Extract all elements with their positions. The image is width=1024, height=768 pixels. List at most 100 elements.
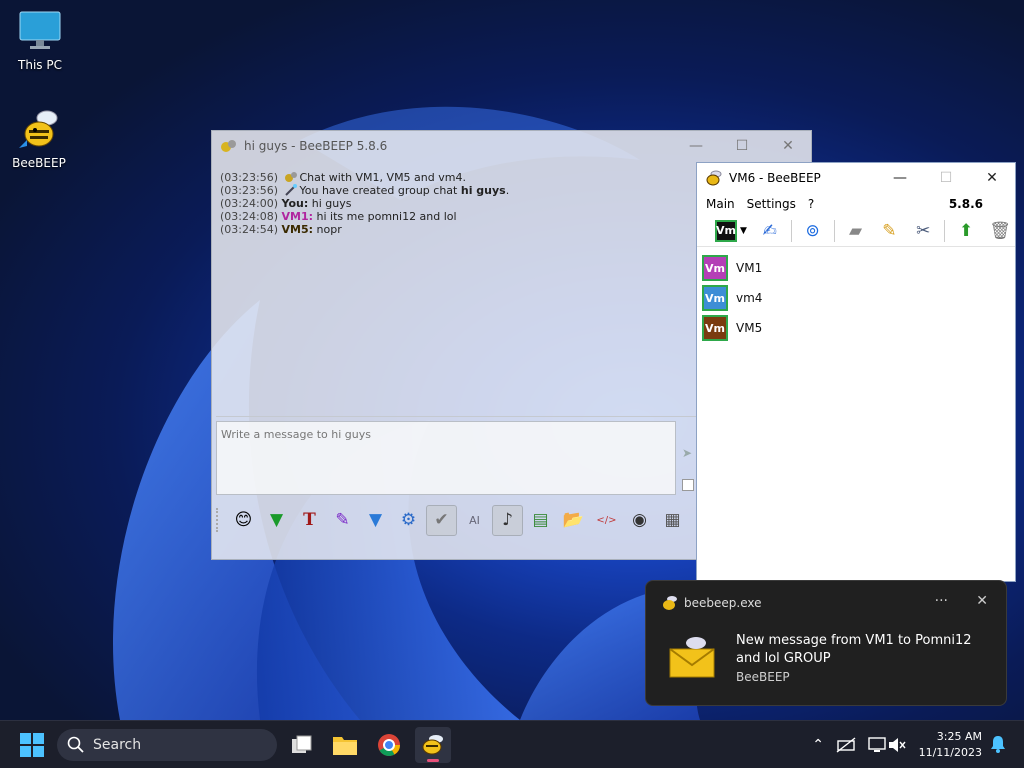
chat-message: (03:24:00) You: hi guys (220, 197, 352, 210)
user-avatar: Vm (702, 315, 728, 341)
chat-log[interactable]: (03:23:56) Chat with VM1, VM5 and vm4. (… (216, 167, 700, 415)
edit-profile-button[interactable]: ✍ (755, 217, 785, 245)
minimize-button[interactable]: — (877, 163, 923, 193)
close-button[interactable]: ✕ (969, 163, 1015, 193)
ai-button[interactable]: AI (459, 505, 490, 536)
chevron-down-icon: ▼ (739, 225, 747, 236)
emoticon-button[interactable]: 😊 (228, 505, 259, 536)
status-button[interactable]: Vm ▼ (711, 217, 751, 245)
minimize-button[interactable]: — (673, 131, 719, 161)
user-avatar: Vm (702, 255, 728, 281)
dropdown-button[interactable]: ▼ (261, 505, 292, 536)
clock[interactable]: 3:25 AM 11/11/2023 (919, 729, 982, 761)
desktop-icon-beebeep[interactable]: BeeBEEP (1, 108, 77, 170)
user-row[interactable]: Vm VM1 (702, 253, 1010, 283)
chat-message: (03:24:08) VM1: hi its me pomni12 and lo… (220, 210, 457, 223)
task-view-button[interactable] (284, 727, 320, 763)
update-button[interactable]: ⬆ (951, 217, 981, 245)
toolbar-separator (790, 219, 792, 242)
spell-check-button[interactable]: ✔ (426, 504, 457, 536)
contact-titlebar[interactable]: VM6 - BeeBEEP — ☐ ✕ (697, 163, 1015, 193)
taskbar-search[interactable]: Search (57, 729, 277, 761)
windows-start-icon[interactable] (20, 733, 44, 757)
menu-settings[interactable]: Settings (747, 197, 796, 211)
bee-icon (17, 108, 61, 152)
file-explorer-button[interactable] (327, 727, 363, 763)
desktop-icon-this-pc[interactable]: This PC (2, 10, 78, 72)
folder-icon: ▰ (848, 220, 863, 241)
splitter[interactable] (216, 416, 700, 420)
muted-speaker-icon (889, 738, 906, 752)
font-icon: T (303, 510, 316, 530)
menu-main[interactable]: Main (706, 197, 735, 211)
color-button[interactable]: ✎ (327, 505, 358, 536)
group-button[interactable]: ▰ (841, 217, 871, 245)
user-name: VM1 (736, 261, 763, 275)
gear-icon: ⚙ (400, 510, 417, 530)
save-chat-button[interactable]: ▤ (525, 505, 556, 536)
bottom-panel-button[interactable]: ▦ (657, 505, 688, 536)
trash-button[interactable]: 🗑 (985, 217, 1015, 245)
task-view-icon (292, 735, 312, 753)
trash-icon: 🗑 (989, 220, 1011, 241)
upload-arrow-icon: ⬆ (959, 220, 974, 241)
version-label: 5.8.6 (948, 197, 983, 211)
network-button[interactable]: ⊚ (798, 217, 828, 245)
chat-titlebar[interactable]: hi guys - BeeBEEP 5.8.6 — ☐ ✕ (212, 131, 811, 161)
user-list: Vm VM1 Vm vm4 Vm VM5 (697, 247, 1015, 349)
status-badge: Vm (714, 219, 737, 242)
screenshot-button[interactable]: ◉ (624, 505, 655, 536)
ai-icon: AI (469, 513, 480, 527)
volume-status[interactable] (888, 721, 906, 768)
search-label: Search (93, 737, 142, 753)
maximize-button[interactable]: ☐ (923, 163, 969, 193)
notification-toast[interactable]: beebeep.exe ··· ✕ New message from VM1 t… (645, 580, 1007, 706)
sound-button[interactable]: ♪ (492, 504, 523, 536)
user-name: vm4 (736, 291, 763, 305)
tools-icon: ✂ (916, 220, 931, 241)
menu-help[interactable]: ? (808, 197, 814, 211)
show-hidden-icons-button[interactable]: ⌃ (812, 721, 824, 768)
network-status[interactable] (836, 721, 856, 768)
message-input[interactable]: Write a message to hi guys (216, 421, 676, 495)
code-icon: </> (596, 514, 617, 526)
close-button[interactable]: ✕ (765, 131, 811, 161)
notification-close-button[interactable]: ✕ (976, 593, 988, 609)
monitor-icon (868, 737, 886, 752)
chevron-up-icon: ⌃ (812, 737, 824, 753)
tools-button[interactable]: ✂ (908, 217, 938, 245)
sender-vm1: VM1: (281, 210, 314, 223)
user-row[interactable]: Vm VM5 (702, 313, 1010, 343)
sender-you: You: (281, 197, 309, 210)
desktop-icon-label: BeeBEEP (12, 156, 66, 170)
chat-message: (03:23:56) Chat with VM1, VM5 and vm4. (220, 171, 466, 184)
toolbar-grip[interactable] (216, 508, 222, 532)
filter-button[interactable]: ▼ (360, 505, 391, 536)
contact-window-title: VM6 - BeeBEEP (729, 171, 821, 185)
notification-bell-icon[interactable] (990, 735, 1006, 753)
enter-send-checkbox[interactable] (682, 479, 694, 491)
more-options-button[interactable]: ··· (935, 593, 948, 609)
sender-vm5: VM5: (281, 223, 314, 236)
chat-toolbar: 😊 ▼ T ✎ ▼ ⚙ ✔ AI ♪ ▤ 📂 </> ◉ ▦ (216, 503, 688, 537)
pencil-icon: ✎ (882, 220, 897, 241)
toolbar-separator (833, 219, 835, 242)
folder-arrow-icon: 📂 (562, 510, 585, 530)
music-note-icon: ♪ (502, 510, 513, 530)
user-name: VM5 (736, 321, 763, 335)
send-file-button[interactable]: 📂 (558, 505, 589, 536)
notification-source: BeeBEEP (736, 670, 790, 684)
beebeep-taskbar-button[interactable] (415, 727, 451, 763)
user-avatar: Vm (702, 285, 728, 311)
user-row[interactable]: Vm vm4 (702, 283, 1010, 313)
font-button[interactable]: T (294, 505, 325, 536)
new-message-button[interactable]: ✎ (874, 217, 904, 245)
display-status[interactable] (868, 721, 886, 768)
maximize-button[interactable]: ☐ (719, 131, 765, 161)
send-icon[interactable]: ➤ (682, 446, 696, 466)
document-icon: ▤ (532, 510, 549, 530)
html-button[interactable]: </> (591, 505, 622, 536)
search-icon (67, 736, 84, 753)
chrome-button[interactable] (371, 727, 407, 763)
settings-button[interactable]: ⚙ (393, 505, 424, 536)
